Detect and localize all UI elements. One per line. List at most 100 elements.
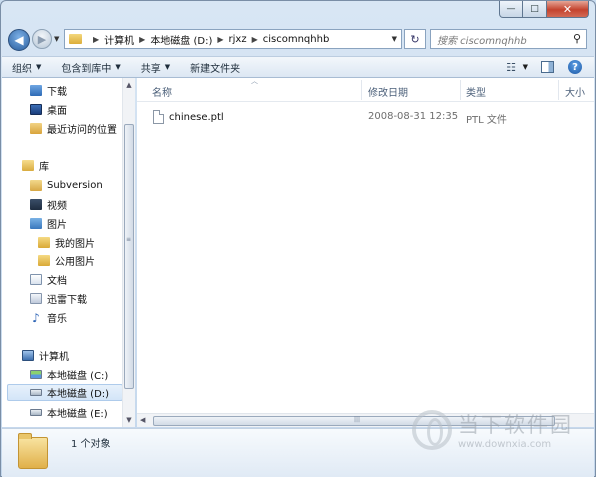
nav-item-label: 桌面 bbox=[47, 106, 67, 117]
nav-item-label: 音乐 bbox=[47, 314, 67, 325]
libraries-icon bbox=[22, 160, 34, 171]
desktop-icon bbox=[30, 104, 42, 115]
back-button[interactable]: ◀ bbox=[8, 29, 30, 51]
breadcrumb-current-folder[interactable]: ciscomnqhhb bbox=[263, 34, 330, 45]
scrollbar-thumb[interactable] bbox=[124, 124, 134, 389]
column-divider[interactable] bbox=[361, 80, 362, 100]
breadcrumb-rjxz[interactable]: rjxz bbox=[229, 34, 247, 45]
pictures-library-icon bbox=[30, 218, 42, 229]
watermark-title: 当下软件园 bbox=[458, 413, 573, 437]
folder-icon bbox=[18, 433, 48, 469]
help-icon[interactable]: ? bbox=[568, 60, 582, 74]
nav-item-label: 迅雷下载 bbox=[47, 295, 87, 306]
view-options-icon[interactable]: ☷ bbox=[506, 61, 516, 74]
nav-item-downloads[interactable]: 下载 bbox=[30, 82, 67, 99]
arrow-right-icon: ▶ bbox=[37, 32, 47, 46]
grip-icon: ||| bbox=[354, 416, 361, 423]
maximize-button[interactable]: □ bbox=[523, 1, 547, 18]
breadcrumb-drive-d[interactable]: 本地磁盘 (D:) bbox=[150, 32, 212, 47]
navigation-pane: 下载 桌面 最近访问的位置 库 Subversion 视频 图片 我的图片 公用… bbox=[2, 78, 135, 427]
nav-item-label: 公用图片 bbox=[55, 257, 95, 268]
minimize-button[interactable]: — bbox=[499, 1, 523, 18]
column-header-size[interactable]: 大小 bbox=[565, 84, 585, 99]
organize-label: 组织 bbox=[12, 63, 32, 75]
thunder-download-icon bbox=[30, 293, 42, 304]
chevron-right-icon[interactable]: ▶ bbox=[252, 35, 258, 44]
scroll-down-arrow-icon[interactable]: ▼ bbox=[123, 414, 135, 426]
computer-icon bbox=[22, 350, 34, 361]
grip-icon: ≡ bbox=[126, 236, 132, 243]
system-drive-icon bbox=[30, 370, 42, 379]
music-library-icon: ♪ bbox=[32, 310, 40, 325]
file-row[interactable]: chinese.ptl bbox=[153, 109, 224, 125]
address-history-dropdown[interactable]: ▼ bbox=[392, 35, 397, 43]
watermark-logo-icon bbox=[412, 409, 452, 450]
nav-item-my-pictures[interactable]: 我的图片 bbox=[38, 234, 95, 251]
scroll-up-arrow-icon[interactable]: ▲ bbox=[123, 79, 135, 91]
share-button[interactable]: 共享 ▼ bbox=[131, 60, 180, 75]
chevron-down-icon: ▼ bbox=[115, 63, 121, 71]
breadcrumb-computer[interactable]: 计算机 bbox=[104, 32, 134, 47]
nav-item-drive-e[interactable]: 本地磁盘 (E:) bbox=[30, 404, 108, 421]
chevron-right-icon[interactable]: ▶ bbox=[217, 35, 223, 44]
folder-icon bbox=[38, 237, 50, 248]
refresh-button[interactable]: ↻ bbox=[404, 29, 426, 49]
file-date-modified: 2008-08-31 12:35 bbox=[368, 111, 459, 122]
chevron-down-icon: ▼ bbox=[164, 63, 171, 71]
search-placeholder: 搜索 ciscomnqhhb bbox=[437, 35, 527, 47]
column-header-name[interactable]: 名称 bbox=[152, 84, 172, 99]
nav-item-drive-c[interactable]: 本地磁盘 (C:) bbox=[30, 366, 108, 383]
preview-pane-icon[interactable] bbox=[541, 61, 554, 73]
address-bar[interactable]: ▶ 计算机 ▶ 本地磁盘 (D:) ▶ rjxz ▶ ciscomnqhhb ▼ bbox=[64, 29, 402, 49]
videos-library-icon bbox=[30, 199, 42, 210]
file-name: chinese.ptl bbox=[169, 111, 224, 123]
nav-item-music[interactable]: ♪ 音乐 bbox=[30, 309, 67, 326]
search-input[interactable]: 搜索 ciscomnqhhb ⚲ bbox=[430, 29, 587, 49]
watermark-url: www.downxia.com bbox=[458, 439, 552, 450]
organize-button[interactable]: 组织 ▼ bbox=[2, 60, 51, 75]
chevron-down-icon: ▼ bbox=[36, 63, 42, 71]
download-folder-icon bbox=[30, 85, 42, 96]
file-list-view[interactable]: ︿ 名称 修改日期 类型 大小 chinese.ptl 2008-08-31 1… bbox=[137, 77, 594, 427]
chevron-right-icon[interactable]: ▶ bbox=[139, 35, 145, 44]
nav-item-thunder-download[interactable]: 迅雷下载 bbox=[30, 290, 87, 307]
column-header-row: ︿ 名称 修改日期 类型 大小 bbox=[137, 77, 594, 102]
nav-item-public-pictures[interactable]: 公用图片 bbox=[38, 252, 95, 269]
column-header-date-modified[interactable]: 修改日期 bbox=[368, 84, 408, 99]
nav-item-label: 图片 bbox=[47, 220, 67, 231]
scroll-left-arrow-icon[interactable]: ◀ bbox=[140, 416, 145, 424]
recent-pages-dropdown[interactable]: ▼ bbox=[54, 35, 59, 43]
nav-item-documents[interactable]: 文档 bbox=[30, 271, 67, 288]
caption-buttons: — □ ✕ bbox=[499, 1, 589, 18]
column-divider[interactable] bbox=[558, 80, 559, 100]
nav-item-desktop[interactable]: 桌面 bbox=[30, 101, 67, 118]
nav-item-drive-d[interactable]: 本地磁盘 (D:) bbox=[7, 384, 123, 401]
nav-item-recent-places[interactable]: 最近访问的位置 bbox=[30, 120, 117, 137]
drive-icon bbox=[30, 389, 42, 396]
include-in-library-label: 包含到库中 bbox=[61, 63, 112, 75]
chevron-down-icon[interactable]: ▼ bbox=[523, 63, 528, 71]
include-in-library-button[interactable]: 包含到库中 ▼ bbox=[51, 60, 130, 75]
explorer-window: — □ ✕ ◀ ▶ ▼ ▶ 计算机 ▶ 本地磁盘 (D:) ▶ rjxz ▶ c… bbox=[0, 0, 596, 477]
forward-button[interactable]: ▶ bbox=[32, 29, 52, 49]
column-header-type[interactable]: 类型 bbox=[466, 84, 486, 99]
navigation-pane-scrollbar[interactable]: ▲ ≡ ▼ bbox=[122, 78, 135, 427]
nav-item-libraries[interactable]: 库 bbox=[22, 157, 49, 174]
nav-item-pictures[interactable]: 图片 bbox=[30, 215, 67, 232]
search-icon[interactable]: ⚲ bbox=[573, 32, 581, 45]
nav-item-videos[interactable]: 视频 bbox=[30, 196, 67, 213]
nav-item-subversion[interactable]: Subversion bbox=[30, 177, 103, 194]
chevron-right-icon[interactable]: ▶ bbox=[93, 35, 99, 44]
nav-item-label: 文档 bbox=[47, 276, 67, 287]
sort-caret-icon: ︿ bbox=[251, 77, 258, 85]
close-button[interactable]: ✕ bbox=[547, 1, 589, 18]
folder-icon bbox=[69, 34, 82, 44]
nav-item-computer[interactable]: 计算机 bbox=[22, 347, 69, 364]
command-bar: 组织 ▼ 包含到库中 ▼ 共享 ▼ 新建文件夹 ☷ ▼ ? bbox=[2, 56, 594, 78]
subversion-library-icon bbox=[30, 180, 42, 191]
nav-item-label: 最近访问的位置 bbox=[47, 125, 117, 136]
nav-item-label: 库 bbox=[39, 162, 49, 173]
nav-item-label: 计算机 bbox=[39, 352, 69, 363]
new-folder-button[interactable]: 新建文件夹 bbox=[180, 60, 250, 75]
column-divider[interactable] bbox=[460, 80, 461, 100]
